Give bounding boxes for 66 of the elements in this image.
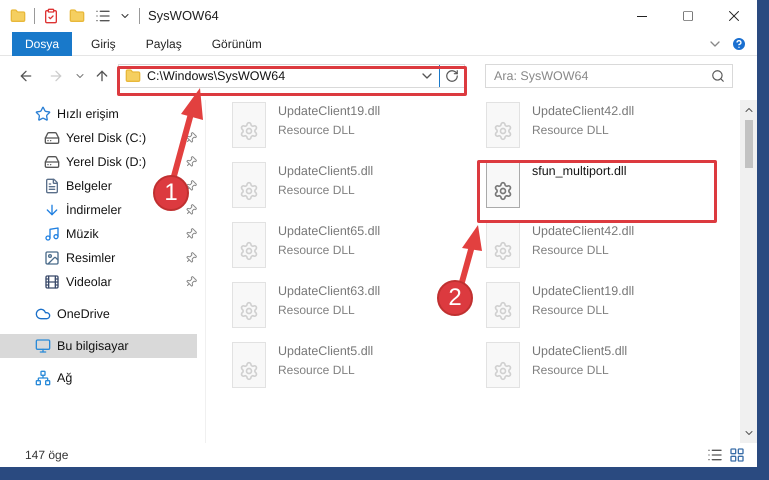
scroll-thumb[interactable] <box>744 120 752 168</box>
window-title: SysWOW64 <box>148 7 219 26</box>
arrow <box>459 225 482 285</box>
monitor-icon <box>35 338 51 354</box>
music-note-icon <box>44 226 60 242</box>
network-icon <box>35 370 51 386</box>
search-field[interactable]: Ara: SysWOW64 <box>485 64 733 88</box>
address-path: C:\Windows\SysWOW64 <box>147 68 286 85</box>
sidebar-item[interactable]: İndirmeler <box>0 198 126 222</box>
sidebar-item[interactable]: OneDrive <box>0 302 114 326</box>
file-type: Resource DLL <box>278 302 356 319</box>
folder-icon[interactable] <box>69 8 85 24</box>
file-type: Resource DLL <box>278 362 356 379</box>
back-icon[interactable] <box>18 68 34 84</box>
sidebar-item[interactable]: Belgeler <box>0 174 116 198</box>
sidebar-item[interactable]: Yerel Disk (C:) <box>0 126 150 150</box>
file-name: sfun_multiport.dll <box>532 163 626 180</box>
picture-icon <box>44 250 60 266</box>
sidebar-item[interactable]: Videolar <box>0 270 116 294</box>
ribbon-tab[interactable]: Paylaş <box>132 32 195 56</box>
properties-icon[interactable] <box>95 8 111 24</box>
file-type: Resource DLL <box>278 122 356 139</box>
file-name: UpdateClient65.dll <box>278 223 380 240</box>
file-name: UpdateClient63.dll <box>278 283 380 300</box>
sidebar-item[interactable]: Bu bilgisayar <box>0 334 197 358</box>
sidebar-item[interactable]: Hızlı erişim <box>0 102 123 126</box>
file-name: UpdateClient42.dll <box>532 103 634 120</box>
sidebar-item[interactable]: Ağ <box>0 366 76 390</box>
file-type: Resource DLL <box>278 242 356 259</box>
file-name: UpdateClient19.dll <box>278 103 380 120</box>
tiles-view-icon[interactable] <box>729 447 745 463</box>
star-icon <box>35 106 51 122</box>
file-name: UpdateClient42.dll <box>532 223 634 240</box>
file-type: Resource DLL <box>278 182 356 199</box>
ribbon-tab[interactable]: Görünüm <box>198 32 275 56</box>
sidebar-item[interactable]: Yerel Disk (D:) <box>0 150 150 174</box>
status-count: 147 öge <box>25 447 68 464</box>
address-field[interactable]: C:\Windows\SysWOW64 <box>118 64 465 88</box>
document-icon <box>44 178 60 194</box>
maximize-icon <box>682 10 694 22</box>
folder-icon <box>125 68 141 84</box>
film-icon <box>44 274 60 290</box>
scrollbar[interactable] <box>740 100 757 443</box>
details-view-icon[interactable] <box>707 447 723 463</box>
up-icon[interactable] <box>94 68 110 84</box>
search-icon <box>711 69 725 83</box>
sidebar-item[interactable]: Resimler <box>0 246 120 270</box>
checklist-icon[interactable] <box>43 8 59 24</box>
file-type: Resource DLL <box>532 302 610 319</box>
drive-icon <box>44 154 60 170</box>
file-name: UpdateClient5.dll <box>278 343 374 360</box>
file-name: UpdateClient5.dll <box>278 163 374 180</box>
file-gear-icon[interactable] <box>486 162 520 208</box>
file-name: UpdateClient19.dll <box>532 283 634 300</box>
refresh-icon[interactable] <box>445 69 459 83</box>
file-name: UpdateClient5.dll <box>532 343 628 360</box>
ribbon-tab[interactable]: Giriş <box>78 32 129 56</box>
drive-icon <box>44 130 60 146</box>
ribbon-tab[interactable]: Dosya <box>12 32 72 56</box>
file-type: Resource DLL <box>532 242 610 259</box>
file-type: Resource DLL <box>532 122 610 139</box>
file-type: Resource DLL <box>532 362 610 379</box>
sidebar-item[interactable]: Müzik <box>0 222 103 246</box>
help-icon[interactable] <box>731 36 747 52</box>
cloud-icon <box>35 306 51 322</box>
folder-icon[interactable] <box>10 8 26 24</box>
